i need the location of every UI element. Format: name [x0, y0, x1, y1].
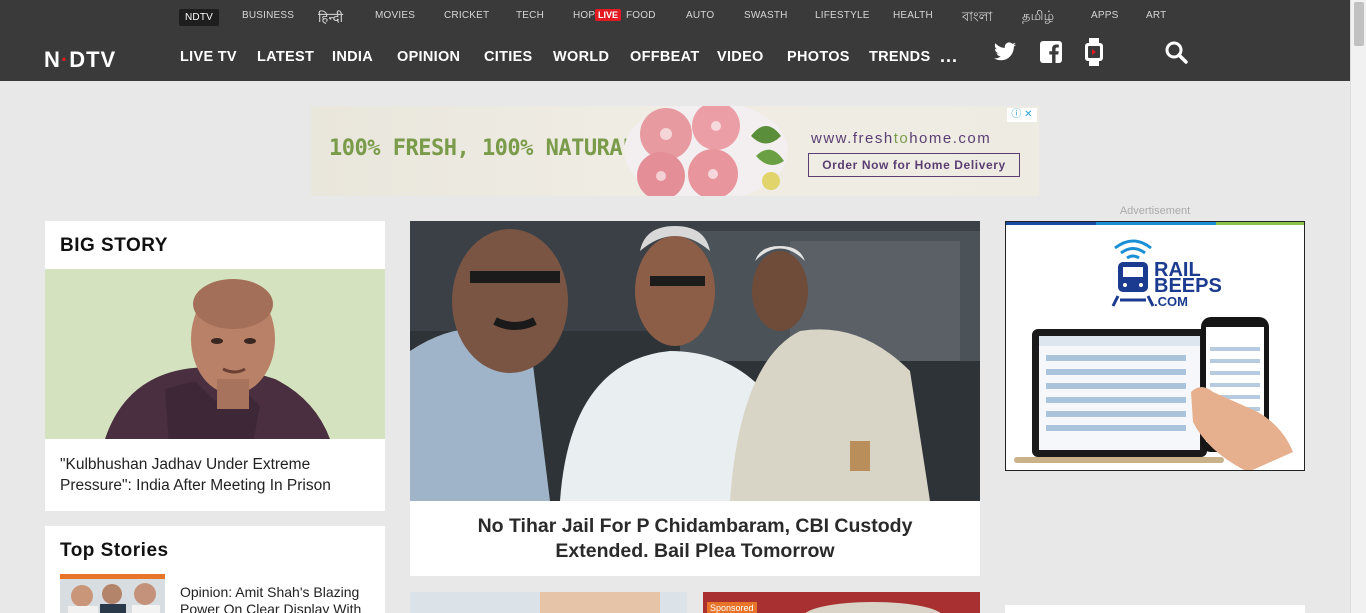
- nav-item-opinion[interactable]: OPINION: [397, 49, 460, 65]
- advertisement-label: Advertisement: [1119, 205, 1191, 217]
- ad-url[interactable]: www.freshtohome.com: [811, 130, 991, 147]
- nav-item-world[interactable]: WORLD: [553, 49, 609, 65]
- big-story-title: BIG STORY: [60, 235, 168, 256]
- topnav-item-tamil[interactable]: தமிழ்: [1022, 8, 1054, 25]
- railbeeps-logo: RAIL BEEPS .COM: [1154, 260, 1222, 310]
- topnav-item-art[interactable]: ART: [1146, 10, 1166, 21]
- live-badge: LIVE: [595, 9, 622, 21]
- wifi-train-icon: [1111, 239, 1155, 307]
- big-story-card[interactable]: BIG STORY "Kulbhushan Jadhav Under Extre…: [45, 221, 385, 511]
- top-stories-title: Top Stories: [60, 540, 169, 561]
- topnav-item-health[interactable]: HEALTH: [893, 10, 933, 21]
- facebook-icon[interactable]: [1039, 40, 1063, 64]
- topnav-item-lifestyle[interactable]: LIFESTYLE: [815, 10, 870, 21]
- order-now-button[interactable]: Order Now for Home Delivery: [808, 153, 1020, 177]
- nav-item-trends[interactable]: TRENDS: [869, 49, 930, 65]
- topnav-item-hindi[interactable]: हिन्दी: [318, 8, 343, 26]
- top-story-thumbnail[interactable]: [60, 574, 165, 613]
- railbeeps-ad[interactable]: RAIL BEEPS .COM: [1005, 221, 1305, 471]
- logo-right: DTV: [69, 47, 117, 72]
- ad-choices-close-icon[interactable]: ⓘ ✕: [1007, 108, 1037, 122]
- topnav-item-hop[interactable]: HOP: [573, 10, 595, 21]
- lead-story-card[interactable]: No Tihar Jail For P Chidambaram, CBI Cus…: [410, 221, 980, 576]
- freshtohome-ad-banner[interactable]: 100% FRESH, 100% NATURAL www.freshtohome…: [311, 106, 1039, 196]
- nav-item-video[interactable]: VIDEO: [717, 49, 764, 65]
- sub-story-thumbnail-2[interactable]: Sponsored: [703, 592, 980, 613]
- top-story-headline[interactable]: Opinion: Amit Shah's Blazing Power On Cl…: [180, 584, 375, 613]
- top-stories-card: Top Stories Opinion: Amit Shah's Blazing…: [45, 526, 385, 613]
- ndtv-logo[interactable]: N·DTV: [44, 47, 116, 73]
- scrollbar-thumb[interactable]: [1354, 2, 1364, 46]
- topnav-item-auto[interactable]: AUTO: [686, 10, 714, 21]
- lead-story-image[interactable]: [410, 221, 980, 501]
- sub-story-thumbnail-1[interactable]: [410, 592, 687, 613]
- right-column-card: [1005, 605, 1305, 613]
- big-story-headline[interactable]: "Kulbhushan Jadhav Under Extreme Pressur…: [60, 454, 370, 496]
- topnav-item-bangla[interactable]: বাংলা: [962, 8, 992, 29]
- site-header: NDTV BUSINESS हिन्दी MOVIES CRICKET TECH…: [0, 0, 1350, 81]
- devices-image: [1014, 317, 1293, 470]
- ad-top-bar: [1006, 222, 1304, 225]
- ad-url-part-3: home.com: [909, 130, 992, 147]
- logo-dot: ·: [60, 47, 70, 72]
- topnav-item-swasth[interactable]: SWASTH: [744, 10, 788, 21]
- page-scrollbar[interactable]: [1350, 0, 1366, 613]
- sponsored-badge: Sponsored: [707, 602, 757, 613]
- fish-image: [624, 106, 788, 196]
- nav-item-live-tv[interactable]: LIVE TV: [180, 49, 237, 65]
- topnav-item-food[interactable]: FOOD: [626, 10, 656, 21]
- nav-item-offbeat[interactable]: OFFBEAT: [630, 49, 700, 65]
- ad-url-part-1: www.fresh: [811, 130, 894, 147]
- nav-item-latest[interactable]: LATEST: [257, 49, 314, 65]
- logo-left: N: [44, 47, 61, 72]
- topnav-item-business[interactable]: BUSINESS: [242, 10, 294, 21]
- twitter-icon[interactable]: [993, 40, 1017, 64]
- topnav-item-ndtv[interactable]: NDTV: [179, 9, 220, 26]
- big-story-image[interactable]: [45, 269, 385, 439]
- ad-url-part-2: to: [893, 130, 910, 147]
- topnav-item-movies[interactable]: MOVIES: [375, 10, 415, 21]
- top-nav: NDTV BUSINESS हिन्दी MOVIES CRICKET TECH…: [0, 0, 1350, 36]
- topnav-item-cricket[interactable]: CRICKET: [444, 10, 489, 21]
- topnav-item-tech[interactable]: TECH: [516, 10, 544, 21]
- nav-item-cities[interactable]: CITIES: [484, 49, 533, 65]
- lead-story-headline[interactable]: No Tihar Jail For P Chidambaram, CBI Cus…: [440, 514, 950, 564]
- more-menu-button[interactable]: ...: [940, 46, 958, 67]
- search-icon[interactable]: [1164, 40, 1188, 64]
- topnav-item-apps[interactable]: APPS: [1091, 10, 1118, 21]
- nav-item-photos[interactable]: PHOTOS: [787, 49, 850, 65]
- smartwatch-icon[interactable]: [1083, 38, 1105, 66]
- nav-item-india[interactable]: INDIA: [332, 49, 373, 65]
- ad-slogan: 100% FRESH, 100% NATURAL: [329, 136, 635, 161]
